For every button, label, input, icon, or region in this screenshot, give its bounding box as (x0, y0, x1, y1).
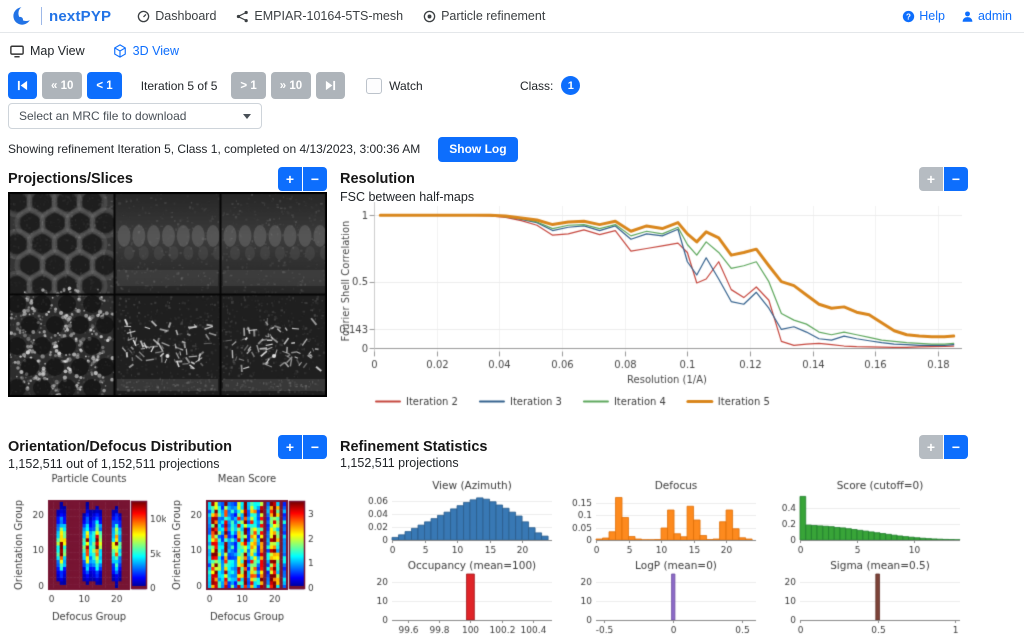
nav-dashboard[interactable]: Dashboard (137, 9, 216, 23)
mrc-file-select[interactable]: Select an MRC file to download (8, 103, 262, 129)
resolution-title: Resolution (340, 171, 415, 187)
orientation-enlarge-button[interactable]: + (278, 435, 302, 459)
help-icon: ? (902, 10, 915, 23)
tab-map-view[interactable]: Map View (10, 44, 85, 58)
statistics-subtitle: 1,152,511 projections (340, 456, 459, 470)
first-iteration-button[interactable] (8, 72, 37, 99)
watch-checkbox[interactable] (366, 78, 382, 94)
resolution-panel-header: Resolution + − (340, 166, 968, 192)
last-iteration-button[interactable] (316, 72, 345, 99)
mrc-file-select-value: Select an MRC file to download (19, 109, 186, 123)
score-histogram (764, 478, 968, 558)
show-log-button[interactable]: Show Log (438, 137, 517, 162)
nav-project-label: EMPIAR-10164-5TS-mesh (254, 9, 403, 23)
iteration-label: Iteration 5 of 5 (141, 79, 218, 93)
orientation-size-controls: + − (278, 435, 327, 459)
dashboard-icon (137, 10, 150, 23)
skip-to-last-icon (325, 80, 336, 91)
iteration-controls: « 10 < 1 Iteration 5 of 5 > 1 » 10 Watch (8, 72, 423, 99)
navbar-right: ? Help admin (886, 9, 1012, 23)
monitor-icon (10, 45, 24, 58)
orientation-shrink-button[interactable]: − (303, 435, 327, 459)
app: nextPYP Dashboard EMPIAR-10164-5TS-mesh (0, 0, 1024, 639)
mean-score-heatmap (168, 468, 324, 628)
view-azimuth-histogram (356, 478, 560, 558)
forward-1-button[interactable]: > 1 (231, 72, 265, 99)
nextpyp-logo[interactable]: nextPYP (12, 5, 111, 27)
user-menu[interactable]: admin (961, 9, 1012, 23)
view-tabs: Map View 3D View (10, 44, 179, 58)
tab-map-view-label: Map View (30, 44, 85, 58)
status-row: Showing refinement Iteration 5, Class 1,… (8, 136, 518, 162)
logp-histogram (560, 558, 764, 638)
back-10-button[interactable]: « 10 (42, 72, 82, 99)
logo-divider (41, 7, 42, 25)
statistics-size-controls: + − (919, 435, 968, 459)
brand-name: nextPYP (49, 8, 111, 25)
projections-shrink-button[interactable]: − (303, 167, 327, 191)
chevron-down-icon (243, 114, 251, 119)
user-label: admin (978, 9, 1012, 23)
class-1-badge[interactable]: 1 (561, 76, 580, 95)
resolution-shrink-button[interactable]: − (944, 167, 968, 191)
defocus-histogram (560, 478, 764, 558)
projections-title: Projections/Slices (8, 171, 133, 187)
nextpyp-logo-icon (12, 5, 34, 27)
class-selector: Class: 1 (520, 72, 580, 99)
resolution-enlarge-button[interactable]: + (919, 167, 943, 191)
statistics-enlarge-button[interactable]: + (919, 435, 943, 459)
projections-panel-header: Projections/Slices + − (8, 166, 327, 192)
project-nodes-icon (236, 10, 249, 23)
projections-enlarge-button[interactable]: + (278, 167, 302, 191)
top-navbar: nextPYP Dashboard EMPIAR-10164-5TS-mesh (0, 0, 1024, 33)
statistics-title: Refinement Statistics (340, 439, 487, 455)
tab-3d-view[interactable]: 3D View (113, 44, 179, 58)
projections-size-controls: + − (278, 167, 327, 191)
nav-project[interactable]: EMPIAR-10164-5TS-mesh (236, 9, 403, 23)
svg-text:?: ? (906, 12, 911, 21)
cube-icon (113, 44, 127, 58)
resolution-size-controls: + − (919, 167, 968, 191)
fsc-chart (338, 198, 1020, 416)
particle-counts-heatmap (10, 468, 166, 628)
help-link[interactable]: ? Help (902, 9, 945, 23)
nav-dashboard-label: Dashboard (155, 9, 216, 23)
skip-to-first-icon (17, 80, 28, 91)
occupancy-histogram (356, 558, 560, 638)
watch-control: Watch (366, 78, 423, 94)
projections-slices-image (8, 192, 327, 397)
orientation-title: Orientation/Defocus Distribution (8, 439, 232, 455)
class-label: Class: (520, 79, 553, 93)
navbar-left: nextPYP Dashboard EMPIAR-10164-5TS-mesh (12, 5, 565, 27)
statistics-shrink-button[interactable]: − (944, 435, 968, 459)
back-1-button[interactable]: < 1 (87, 72, 121, 99)
sigma-histogram (764, 558, 968, 638)
forward-10-button[interactable]: » 10 (271, 72, 311, 99)
status-text: Showing refinement Iteration 5, Class 1,… (8, 142, 420, 156)
particle-refinement-icon (423, 10, 436, 23)
nav-block-label: Particle refinement (441, 9, 545, 23)
help-label: Help (919, 9, 945, 23)
nav-block-particle-refinement[interactable]: Particle refinement (423, 9, 545, 23)
watch-label: Watch (389, 79, 423, 93)
tab-3d-view-label: 3D View (133, 44, 179, 58)
user-icon (961, 10, 974, 23)
